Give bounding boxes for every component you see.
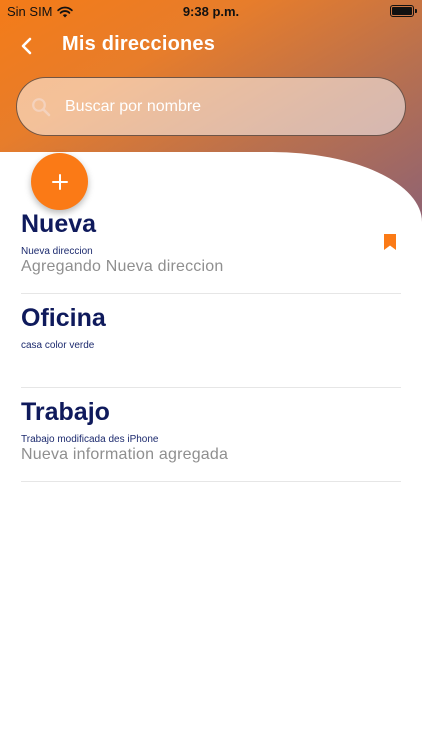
status-time: 9:38 p.m. — [182, 4, 240, 19]
screen: Sin SIM 9:38 p.m. Mis direcciones Buscar… — [0, 0, 422, 750]
address-note: Nueva information agregada — [21, 446, 229, 463]
address-name: Nueva — [21, 210, 97, 238]
bookmark-icon[interactable] — [383, 233, 397, 251]
address-note: Agregando Nueva direccion — [21, 258, 224, 275]
page-title: Mis direcciones — [62, 33, 216, 55]
address-name: Trabajo — [21, 398, 110, 426]
address-detail: Nueva direccion — [21, 246, 93, 257]
address-detail: Trabajo modificada des iPhone — [21, 434, 159, 445]
address-name: Oficina — [21, 304, 106, 332]
address-item-trabajo[interactable]: Trabajo Trabajo modificada des iPhone Nu… — [21, 388, 401, 482]
search-bar[interactable] — [16, 77, 406, 136]
address-item-oficina[interactable]: Oficina casa color verde — [21, 294, 401, 388]
battery-icon — [390, 5, 417, 17]
chevron-left-icon — [21, 37, 32, 55]
address-detail: casa color verde — [21, 340, 95, 351]
search-icon — [32, 98, 51, 117]
search-input[interactable] — [65, 78, 385, 135]
plus-icon — [51, 173, 68, 190]
back-button[interactable] — [14, 32, 40, 60]
battery-fill — [392, 7, 412, 15]
status-bar: Sin SIM 9:38 p.m. — [0, 0, 422, 22]
address-item-nueva[interactable]: Nueva Nueva direccion Agregando Nueva di… — [21, 200, 401, 294]
